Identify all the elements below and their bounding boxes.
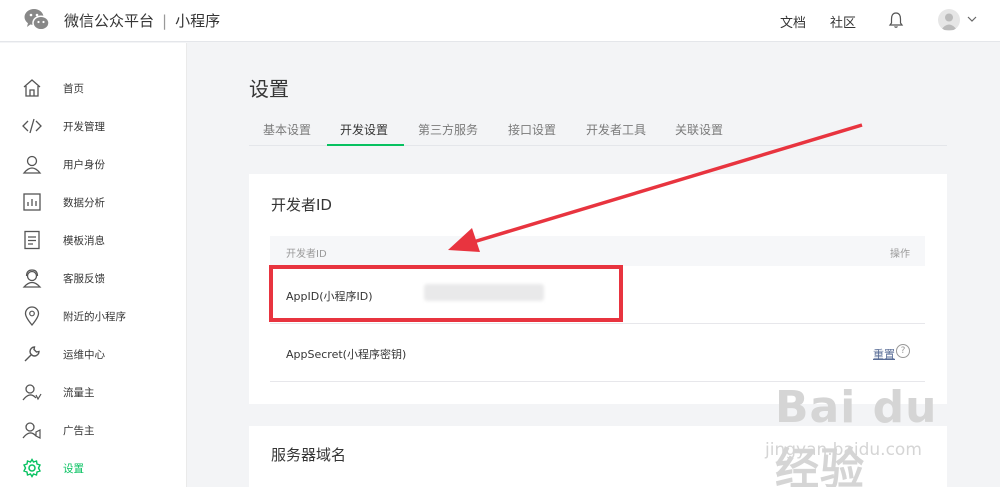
help-icon[interactable]: ? [896,344,910,358]
tab-third-party[interactable]: 第三方服务 [418,121,478,138]
sidebar-item-nearby-miniprograms[interactable]: 附近的小程序 [0,297,186,335]
sidebar-item-ops-center[interactable]: 运维中心 [0,335,186,373]
wrench-icon [24,346,40,362]
code-icon [22,118,42,134]
notification-bell-icon[interactable] [888,11,904,29]
sidebar-item-label: 附近的小程序 [63,310,126,323]
card-title: 服务器域名 [271,446,347,464]
table-row-appsecret: AppSecret(小程序密钥) 重置 ? [270,324,925,382]
product-name: 小程序 [175,12,221,30]
platform-title[interactable]: 微信公众平台 | 小程序 [64,10,220,31]
sidebar-item-user-identity[interactable]: 用户身份 [0,145,186,183]
table-header: 开发者ID 操作 [270,236,925,266]
chevron-down-icon[interactable] [967,15,977,23]
sidebar-item-data-analysis[interactable]: 数据分析 [0,183,186,221]
sidebar-item-label: 运维中心 [63,348,105,361]
sidebar-item-label: 设置 [63,462,84,475]
annotation-highlight-box [269,265,623,322]
appsecret-label: AppSecret(小程序密钥) [286,348,407,361]
active-tab-indicator [327,144,404,146]
sidebar-item-dev-management[interactable]: 开发管理 [0,107,186,145]
wechat-logo-icon[interactable] [24,8,50,32]
user-icon [22,155,42,174]
tab-related-settings[interactable]: 关联设置 [675,121,723,138]
brand-separator: | [162,12,168,30]
sidebar-item-label: 模板消息 [63,234,105,247]
location-icon [24,306,40,326]
chart-icon [23,193,41,211]
tab-dev-tools[interactable]: 开发者工具 [586,121,646,138]
sidebar-item-customer-feedback[interactable]: 客服反馈 [0,259,186,297]
tab-basic-settings[interactable]: 基本设置 [263,121,311,138]
advertiser-icon [22,422,41,439]
column-header-developer-id: 开发者ID [286,249,327,260]
sidebar-item-label: 数据分析 [63,196,105,209]
nav-docs-link[interactable]: 文档 [780,12,806,31]
column-header-actions: 操作 [890,249,910,260]
sidebar-item-advertiser[interactable]: 广告主 [0,411,186,449]
page-title: 设置 [249,77,289,101]
document-icon [24,230,40,250]
reset-secret-link[interactable]: 重置 [873,346,895,362]
sidebar-item-traffic-master[interactable]: 流量主 [0,373,186,411]
home-icon [23,79,41,97]
settings-tabs: 基本设置 开发设置 第三方服务 接口设置 开发者工具 关联设置 [249,112,947,146]
sidebar-item-label: 用户身份 [63,158,105,171]
brand-name: 微信公众平台 [64,12,155,30]
sidebar-item-settings[interactable]: 设置 [0,449,186,487]
gear-icon [23,458,41,478]
sidebar-item-label: 客服反馈 [63,272,105,285]
nav-community-link[interactable]: 社区 [830,12,856,31]
top-header: 微信公众平台 | 小程序 文档 社区 [0,0,1000,42]
card-title: 开发者ID [271,196,332,214]
watermark-url: jingyan.baidu.com [765,440,922,460]
sidebar-item-template-message[interactable]: 模板消息 [0,221,186,259]
baidu-jingyan-watermark: Bai du 经验 jingyan.baidu.com [765,382,995,487]
tab-dev-settings[interactable]: 开发设置 [340,121,388,138]
watermark-brand: Bai du 经验 [775,382,938,487]
tab-api-settings[interactable]: 接口设置 [508,121,556,138]
avatar-person-icon [941,13,957,30]
sidebar-item-label: 流量主 [63,386,95,399]
sidebar-item-label: 开发管理 [63,120,105,133]
traffic-user-icon [22,384,42,401]
sidebar: 首页 开发管理 用户身份 数据分析 模板消息 客服反馈 附近的小程序 运维中心 … [0,43,187,487]
sidebar-item-label: 首页 [63,82,84,95]
sidebar-item-label: 广告主 [63,424,95,437]
sidebar-item-home[interactable]: 首页 [0,69,186,107]
user-avatar[interactable] [938,9,960,31]
customer-service-icon [22,269,42,288]
